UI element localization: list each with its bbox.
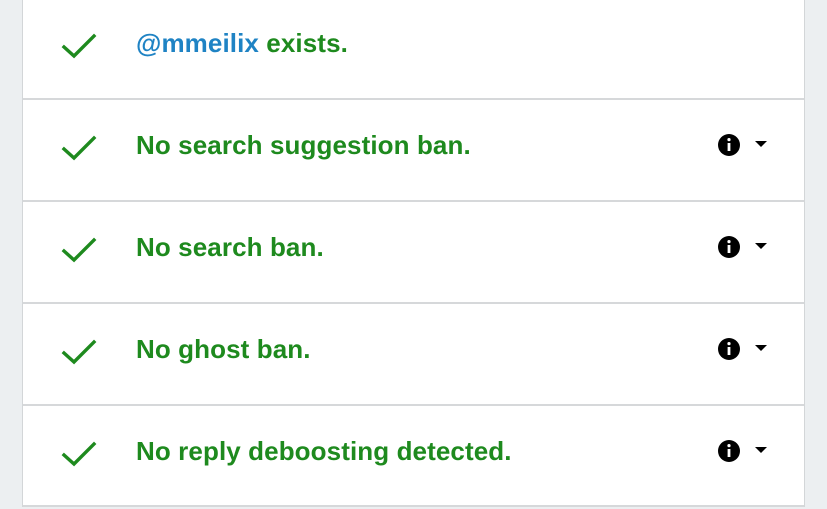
info-icon[interactable] [717, 235, 741, 259]
info-icon[interactable] [717, 439, 741, 463]
check-icon [61, 135, 97, 161]
info-icon[interactable] [717, 337, 741, 361]
check-icon [61, 237, 97, 263]
caret-down-icon[interactable] [755, 344, 767, 352]
result-label-exists: @mmeilix exists. [136, 28, 348, 59]
result-text: No search suggestion ban. [136, 130, 471, 160]
caret-down-icon[interactable] [755, 140, 767, 148]
caret-down-icon[interactable] [755, 446, 767, 454]
result-text: exists. [258, 28, 348, 58]
result-text: No ghost ban. [136, 334, 311, 364]
result-row-ghost-ban: No ghost ban. [23, 302, 804, 403]
check-icon [61, 441, 97, 467]
result-row-search-ban: No search ban. [23, 200, 804, 301]
result-row-search-suggestion-ban: No search suggestion ban. [23, 98, 804, 199]
account-handle-link[interactable]: @mmeilix [136, 28, 259, 58]
info-icon[interactable] [717, 133, 741, 157]
results-card: @mmeilix exists. No search suggestion ba… [22, 0, 805, 507]
result-row-reply-deboosting: No reply deboosting detected. [23, 404, 804, 507]
result-text: No reply deboosting detected. [136, 436, 512, 466]
check-icon [61, 33, 97, 59]
caret-down-icon[interactable] [755, 242, 767, 250]
check-icon [61, 339, 97, 365]
result-text: No search ban. [136, 232, 324, 262]
result-row-exists: @mmeilix exists. [23, 0, 804, 99]
